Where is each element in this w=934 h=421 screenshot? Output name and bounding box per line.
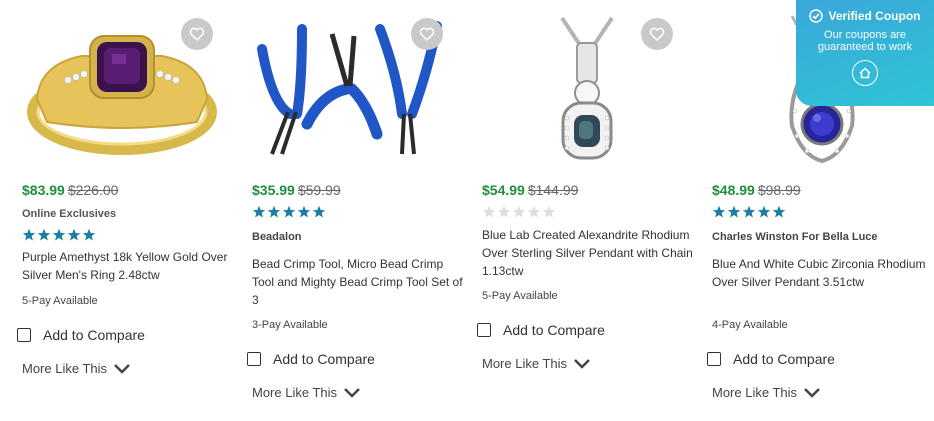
chevron-down-icon bbox=[574, 358, 590, 369]
coupon-title: Verified Coupon bbox=[828, 9, 921, 23]
star-rating bbox=[712, 205, 786, 221]
sale-price: $48.99 bbox=[712, 182, 755, 198]
more-like-this-button[interactable]: More Like This bbox=[252, 385, 361, 400]
wishlist-button[interactable] bbox=[411, 18, 443, 50]
compare-label: Add to Compare bbox=[273, 351, 375, 367]
star-icon bbox=[542, 205, 556, 218]
star-icon bbox=[712, 205, 726, 218]
star-icon bbox=[757, 205, 771, 218]
star-icon bbox=[297, 205, 311, 218]
product-title[interactable]: Purple Amethyst 18k Yellow Gold Over Sil… bbox=[22, 248, 237, 284]
brand-name: Beadalon bbox=[252, 231, 302, 243]
price: $54.99 $144.99 bbox=[482, 182, 578, 198]
star-icon bbox=[82, 228, 96, 241]
star-icon bbox=[267, 205, 281, 218]
price: $83.99 $226.00 bbox=[22, 182, 118, 198]
star-icon bbox=[282, 205, 296, 218]
star-rating bbox=[22, 228, 96, 244]
product-image-tools[interactable] bbox=[252, 0, 472, 172]
star-icon bbox=[52, 228, 66, 241]
was-price: $59.99 bbox=[297, 182, 341, 198]
pendant-image bbox=[560, 16, 614, 160]
more-like-this-label: More Like This bbox=[252, 385, 338, 400]
star-icon bbox=[67, 228, 81, 241]
more-like-this-label: More Like This bbox=[22, 361, 108, 376]
compare-label: Add to Compare bbox=[43, 327, 145, 343]
star-icon bbox=[527, 205, 541, 218]
star-icon bbox=[742, 205, 756, 218]
add-to-compare[interactable]: Add to Compare bbox=[477, 322, 605, 338]
more-like-this-label: More Like This bbox=[482, 356, 568, 371]
chevron-down-icon bbox=[344, 387, 360, 398]
add-to-compare[interactable]: Add to Compare bbox=[707, 351, 835, 367]
star-icon bbox=[772, 205, 786, 218]
brand-name: Charles Winston For Bella Luce bbox=[712, 231, 878, 243]
compare-checkbox[interactable] bbox=[477, 323, 491, 337]
pay-info: 3-Pay Available bbox=[252, 319, 328, 331]
product-title[interactable]: Bead Crimp Tool, Micro Bead Crimp Tool a… bbox=[252, 255, 467, 309]
chevron-down-icon bbox=[114, 363, 130, 374]
verified-coupon-badge[interactable]: Verified Coupon Our coupons are guarante… bbox=[796, 0, 934, 106]
compare-checkbox[interactable] bbox=[247, 352, 261, 366]
star-icon bbox=[37, 228, 51, 241]
star-icon bbox=[252, 205, 266, 218]
add-to-compare[interactable]: Add to Compare bbox=[17, 327, 145, 343]
more-like-this-label: More Like This bbox=[712, 385, 798, 400]
star-icon bbox=[22, 228, 36, 241]
wishlist-button[interactable] bbox=[641, 18, 673, 50]
was-price: $144.99 bbox=[527, 182, 579, 198]
compare-label: Add to Compare bbox=[733, 351, 835, 367]
star-rating bbox=[482, 205, 556, 221]
sale-price: $35.99 bbox=[252, 182, 295, 198]
pay-info: 5-Pay Available bbox=[22, 295, 98, 307]
star-icon bbox=[727, 205, 741, 218]
home-icon[interactable] bbox=[852, 60, 878, 86]
pay-info: 4-Pay Available bbox=[712, 319, 788, 331]
sale-price: $83.99 bbox=[22, 182, 65, 198]
heart-icon bbox=[419, 27, 435, 41]
product-image-ring[interactable] bbox=[22, 0, 242, 172]
coupon-header: Verified Coupon bbox=[796, 9, 934, 23]
star-rating bbox=[252, 205, 326, 221]
pay-info: 5-Pay Available bbox=[482, 290, 558, 302]
chevron-down-icon bbox=[804, 387, 820, 398]
wishlist-button[interactable] bbox=[181, 18, 213, 50]
check-circle-icon bbox=[809, 9, 824, 23]
product-title[interactable]: Blue Lab Created Alexandrite Rhodium Ove… bbox=[482, 226, 697, 280]
sale-price: $54.99 bbox=[482, 182, 525, 198]
compare-checkbox[interactable] bbox=[707, 352, 721, 366]
heart-icon bbox=[189, 27, 205, 41]
brand-name: Online Exclusives bbox=[22, 208, 117, 220]
more-like-this-button[interactable]: More Like This bbox=[22, 361, 131, 376]
star-icon bbox=[482, 205, 496, 218]
product-image-pendant[interactable] bbox=[482, 0, 702, 172]
coupon-subtitle: Our coupons are guaranteed to work bbox=[817, 29, 913, 53]
add-to-compare[interactable]: Add to Compare bbox=[247, 351, 375, 367]
star-icon bbox=[512, 205, 526, 218]
price: $35.99 $59.99 bbox=[252, 182, 341, 198]
star-icon bbox=[312, 205, 326, 218]
more-like-this-button[interactable]: More Like This bbox=[482, 356, 591, 371]
was-price: $98.99 bbox=[757, 182, 801, 198]
compare-checkbox[interactable] bbox=[17, 328, 31, 342]
price: $48.99 $98.99 bbox=[712, 182, 801, 198]
heart-icon bbox=[649, 27, 665, 41]
star-icon bbox=[497, 205, 511, 218]
compare-label: Add to Compare bbox=[503, 322, 605, 338]
was-price: $226.00 bbox=[67, 182, 119, 198]
product-title[interactable]: Blue And White Cubic Zirconia Rhodium Ov… bbox=[712, 255, 927, 291]
more-like-this-button[interactable]: More Like This bbox=[712, 385, 821, 400]
